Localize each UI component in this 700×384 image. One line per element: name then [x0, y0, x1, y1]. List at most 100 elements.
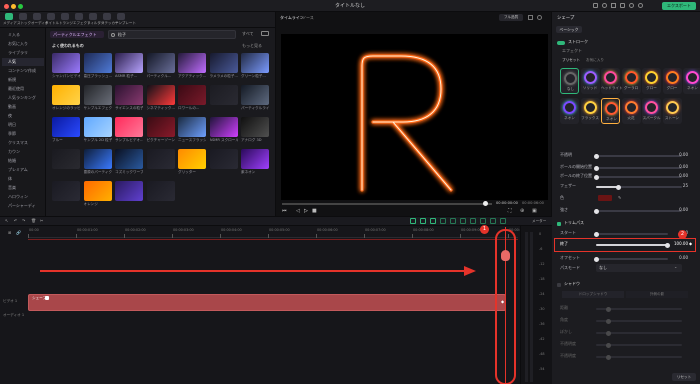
sidebar-item[interactable]: 体 [2, 175, 44, 183]
effect-thumbnail[interactable] [146, 53, 175, 73]
reset-button[interactable]: リセット [672, 373, 696, 381]
maximize-window-button[interactable] [18, 3, 23, 9]
sidebar-item[interactable]: ミ入る [2, 31, 44, 39]
account-icon[interactable] [602, 3, 607, 8]
sidebar-item[interactable]: 結婚 [2, 157, 44, 165]
sidebar-item[interactable]: クリスマス [2, 139, 44, 147]
toolbar-item-0[interactable]: メディア [3, 13, 17, 27]
toolbar-item-3[interactable]: タイトル [45, 13, 59, 27]
step-back-icon[interactable]: ◁ [296, 208, 300, 214]
video-canvas[interactable] [281, 34, 548, 200]
timeline-tool-icon[interactable] [500, 218, 506, 224]
add-track-icon[interactable]: ⊞ [8, 230, 11, 236]
effect-thumbnail[interactable] [241, 53, 269, 73]
timeline-tool-icon[interactable] [450, 218, 456, 224]
timeline-tool-icon[interactable] [480, 218, 486, 224]
sidebar-item[interactable]: プレミアム [2, 166, 44, 174]
timeline-tool-icon[interactable] [430, 218, 436, 224]
sidebar-item[interactable]: ハロウィン [2, 193, 44, 201]
sidebar-item[interactable]: ライブラリ [2, 49, 44, 57]
sidebar-item[interactable]: カウン [2, 148, 44, 156]
sidebar-item[interactable]: 音楽 [2, 184, 44, 192]
sidebar-item[interactable]: 季節 [2, 130, 44, 138]
timeline-tool-icon[interactable] [460, 218, 466, 224]
effect-thumbnail[interactable] [241, 85, 269, 105]
effect-thumbnail[interactable] [115, 149, 143, 169]
effect-thumbnail[interactable] [209, 149, 238, 169]
effect-thumbnail[interactable] [83, 117, 112, 137]
effect-thumbnail[interactable] [52, 149, 80, 169]
link-icon[interactable]: 🔗 [16, 230, 21, 236]
crop-icon[interactable]: ▣ [532, 208, 537, 214]
split-icon[interactable]: ✂ [40, 218, 43, 224]
export-button[interactable]: エクスポート [662, 2, 696, 10]
sidebar-item[interactable]: 人気ランキング [2, 94, 44, 102]
effect-thumbnail[interactable] [52, 117, 80, 137]
stop-icon[interactable]: ■ [312, 208, 317, 214]
effect-thumbnail[interactable] [83, 181, 112, 201]
sidebar-item[interactable]: パーシャーディ [2, 202, 44, 210]
sidebar-item[interactable]: コンテンツ作成 [2, 67, 44, 75]
shape-clip[interactable]: シェープ ◆ [28, 294, 506, 311]
effect-thumbnail[interactable] [83, 53, 112, 73]
sidebar-item[interactable]: 夜 [2, 112, 44, 120]
effect-thumbnail[interactable] [115, 53, 143, 73]
effect-thumbnail[interactable] [146, 149, 175, 169]
timeline-tool-icon[interactable] [420, 218, 426, 224]
layout-icon[interactable] [611, 3, 616, 8]
effect-thumbnail[interactable] [115, 85, 143, 105]
sidebar-item[interactable]: お気に入り [2, 40, 44, 48]
effect-thumbnail[interactable] [52, 53, 80, 73]
effect-thumbnail[interactable] [83, 85, 112, 105]
preview-settings-icon[interactable] [537, 15, 542, 20]
timeline-tool-icon[interactable] [470, 218, 476, 224]
rewind-icon[interactable]: ⏮ [282, 208, 287, 214]
effect-thumbnail[interactable] [209, 117, 238, 137]
toolbar-item-7[interactable]: ステッカー [101, 13, 119, 27]
minimize-window-button[interactable] [11, 3, 16, 9]
scrubber-handle[interactable] [483, 200, 488, 206]
effect-thumbnail[interactable] [52, 181, 80, 201]
sidebar-item[interactable]: 人気 [2, 58, 44, 66]
toolbar-item-8[interactable]: テンプレート [115, 13, 136, 27]
shadow-knob[interactable] [606, 354, 611, 360]
effect-thumbnail[interactable] [209, 53, 238, 73]
effect-thumbnail[interactable] [115, 117, 143, 137]
timeline-tool-icon[interactable] [440, 218, 446, 224]
zoom-icon[interactable]: ⊕ [520, 208, 524, 214]
toolbar-item-5[interactable]: エフェクト [73, 13, 91, 27]
close-window-button[interactable] [4, 3, 9, 9]
effect-thumbnail[interactable] [146, 117, 175, 137]
monitor-icon[interactable] [593, 3, 598, 8]
shadow-slider[interactable] [596, 342, 682, 348]
effect-thumbnail[interactable] [241, 149, 269, 169]
effect-thumbnail[interactable] [52, 85, 80, 105]
shadow-slider[interactable] [596, 354, 682, 360]
redo-icon[interactable]: ↷ [22, 218, 25, 224]
sidebar-item[interactable]: 動画 [2, 103, 44, 111]
settings-icon[interactable] [638, 3, 643, 8]
shadow-knob[interactable] [606, 306, 611, 312]
shadow-slider[interactable] [596, 318, 682, 324]
toolbar-item-2[interactable]: オーディオ [31, 13, 48, 27]
snapshot-icon[interactable] [528, 15, 533, 20]
effect-thumbnail[interactable] [83, 149, 112, 169]
sidebar-item[interactable]: 新規 [2, 76, 44, 84]
delete-icon[interactable]: 🗑 [31, 218, 36, 224]
effect-thumbnail[interactable] [209, 85, 238, 105]
quality-dropdown[interactable]: フル品質 [499, 14, 523, 21]
effect-thumbnail[interactable] [115, 181, 143, 201]
sidebar-item[interactable]: 最近使用 [2, 85, 44, 93]
undo-icon[interactable]: ↶ [14, 218, 17, 224]
shadow-slider[interactable] [596, 330, 682, 336]
shadow-knob[interactable] [606, 342, 611, 348]
toolbar-item-4[interactable]: トランジ [59, 13, 73, 27]
sidebar-item[interactable]: 明日 [2, 121, 44, 129]
player-tab[interactable]: タイムライン [280, 15, 304, 21]
work-area-bar[interactable] [28, 239, 518, 240]
effect-thumbnail[interactable] [178, 53, 206, 73]
select-tool-icon[interactable]: ↖ [5, 218, 8, 224]
shadow-knob[interactable] [606, 318, 611, 324]
fullscreen-icon[interactable]: ⛶ [508, 208, 512, 214]
time-ruler[interactable]: 00:00 00:00:01:00 00:00:02:00 00:00:03:00 00… [28, 228, 530, 238]
